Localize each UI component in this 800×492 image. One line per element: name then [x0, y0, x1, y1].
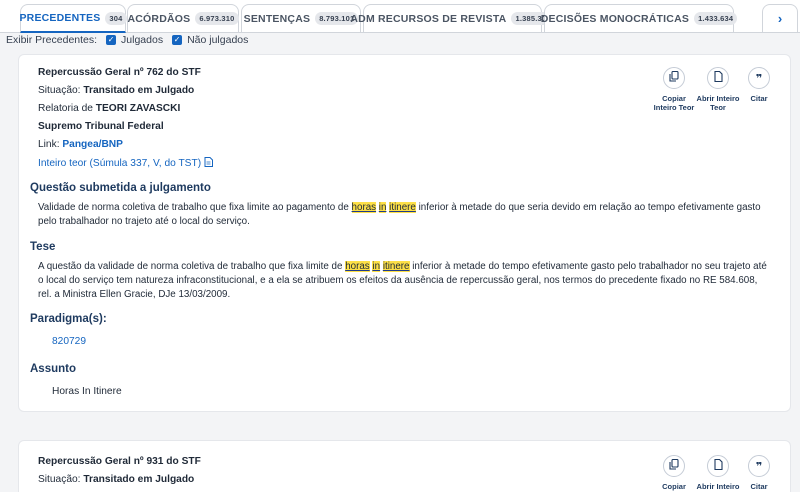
tab-count-badge: 304 — [105, 11, 127, 25]
assunto-heading: Assunto — [30, 363, 76, 375]
tese-heading: Tese — [30, 241, 56, 253]
copy-icon — [669, 458, 679, 473]
tab-label: DECISÕES MONOCRÁTICAS — [540, 12, 690, 25]
precedent-title: Repercussão Geral nº 762 do STF — [38, 67, 201, 78]
tab-label: ACÓRDÃOS — [127, 12, 191, 25]
pangea-link[interactable]: Pangea/BNP — [62, 139, 123, 150]
nao-julgados-label: Não julgados — [187, 34, 249, 46]
nao-julgados-checkbox[interactable]: ✓ — [172, 35, 183, 45]
link-line: Link: Pangea/BNP — [38, 139, 123, 150]
tab-decisoes-monocraticas[interactable]: DECISÕES MONOCRÁTICAS 1.433.634 — [540, 4, 738, 32]
tese-text: A questão da validade de norma coletiva … — [38, 261, 767, 300]
card-actions: Copiar Inteiro Teor Abrir Inteiro Teor ❞ C… — [654, 67, 774, 112]
tab-acordaos[interactable]: ACÓRDÃOS 6.973.310 — [127, 4, 239, 32]
tab-sentencas[interactable]: SENTENÇAS 8.793.101 — [241, 4, 361, 32]
tab-precedentes[interactable]: PRECEDENTES 304 — [19, 4, 127, 33]
tab-label: SENTENÇAS — [243, 12, 311, 25]
assunto-value: Horas In Itinere — [52, 386, 122, 397]
julgados-label: Julgados — [121, 34, 164, 46]
tab-label: PRECEDENTES — [19, 12, 101, 24]
tabs-next-button[interactable]: › — [762, 4, 798, 32]
tab-label: ADM RECURSOS DE REVISTA — [350, 12, 507, 25]
copy-full-text-button[interactable]: Copiar — [656, 455, 692, 491]
open-full-text-button[interactable]: Abrir Inteiro — [697, 455, 739, 491]
julgados-checkbox[interactable]: ✓ — [106, 35, 117, 45]
chevron-right-icon: › — [777, 11, 783, 26]
quote-icon: ❞ — [755, 459, 763, 473]
tab-count-badge: 6.973.310 — [195, 12, 239, 25]
card-actions: Copiar Abrir Inteiro ❞ Citar — [656, 455, 774, 491]
precedent-title: Repercussão Geral nº 931 do STF — [38, 456, 201, 467]
document-icon — [713, 458, 723, 473]
situacao-line: Situação: Transitado em Julgado — [38, 85, 195, 96]
situacao-line: Situação: Transitado em Julgado — [38, 474, 195, 485]
precedent-card: Repercussão Geral nº 931 do STF Situação… — [18, 440, 791, 492]
relatoria-line: Relatoria de TEORI ZAVASCKI — [38, 103, 181, 114]
inteiro-teor-link[interactable]: Inteiro teor (Súmula 337, V, do TST) — [38, 157, 213, 170]
paradigma-heading: Paradigma(s): — [30, 313, 107, 325]
questao-text: Validade de norma coletiva de trabalho q… — [38, 202, 761, 227]
copy-full-text-button[interactable]: Copiar Inteiro Teor — [654, 67, 694, 112]
open-full-text-button[interactable]: Abrir Inteiro Teor — [697, 67, 739, 112]
copy-icon — [669, 70, 679, 85]
quote-icon: ❞ — [755, 71, 763, 85]
filter-label: Exibir Precedentes: — [6, 34, 98, 46]
precedent-filter: Exibir Precedentes: ✓ Julgados ✓ Não jul… — [6, 33, 248, 47]
results-tabs: PRECEDENTES 304 ACÓRDÃOS 6.973.310 SENTE… — [0, 0, 800, 33]
pdf-icon — [204, 157, 213, 170]
tab-count-badge: 1.433.634 — [694, 12, 738, 25]
document-icon — [713, 70, 723, 85]
court-name: Supremo Tribunal Federal — [38, 121, 164, 132]
cite-button[interactable]: ❞ Citar — [744, 455, 774, 491]
tab-adm-recursos[interactable]: ADM RECURSOS DE REVISTA 1.385.306 — [350, 4, 555, 32]
precedent-card: Repercussão Geral nº 762 do STF Situação… — [18, 54, 791, 412]
paradigma-link[interactable]: 820729 — [52, 336, 86, 347]
cite-button[interactable]: ❞ Citar — [744, 67, 774, 112]
questao-heading: Questão submetida a julgamento — [30, 182, 211, 194]
